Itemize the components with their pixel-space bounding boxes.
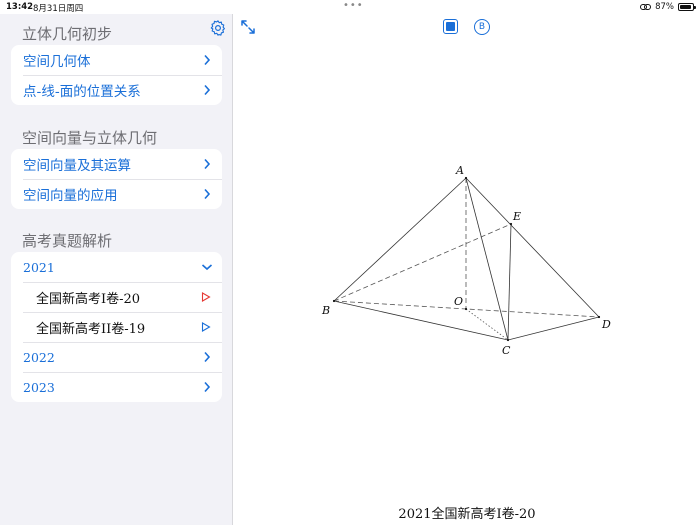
link-icon [640,4,652,10]
sidebar-item-label: 点-线-面的位置关系 [23,84,141,100]
edge-AB [333,177,467,302]
label-C: C [502,344,511,357]
chevron-right-icon [204,158,211,170]
sidebar-item-positions[interactable]: 点-线-面的位置关系 [11,75,222,105]
status-bar: 13:42 8月31日周四 ••• 87% [0,0,700,14]
sidebar-item-label: 空间向量的应用 [23,188,118,204]
point-B [332,299,336,303]
status-date: 8月31日周四 [33,4,84,14]
settings-gear-icon[interactable] [209,19,227,37]
figure-caption: 2021全国新高考I卷-20 [398,507,536,522]
year-row-2021[interactable]: 2021 [11,252,222,282]
sidebar-item-label: 空间向量及其运算 [23,158,131,174]
sidebar-item-vector-operations[interactable]: 空间向量及其运算 [11,149,222,179]
edge-CD [507,316,600,341]
multitasking-dots-icon[interactable]: ••• [343,0,364,11]
point-E [509,222,513,226]
year-row-2022[interactable]: 2022 [11,342,222,372]
sidebar-item-solids[interactable]: 空间几何体 [11,45,222,75]
status-time: 13:42 [6,2,34,12]
edge-AD [465,177,600,318]
edge-BE [333,223,512,302]
chevron-right-icon [204,54,211,66]
year-label: 2022 [23,349,55,365]
section-title-solid-geometry: 立体几何初步 [22,25,113,43]
problem-label: 全国新高考I卷-20 [36,291,141,307]
point-A [464,176,468,180]
label-O: O [454,295,463,308]
point-C [506,338,510,342]
geometry-figure: A B C D E O [321,164,611,357]
problem-label: 全国新高考II卷-19 [36,321,146,337]
label-A: A [455,164,464,177]
edge-EC [507,223,512,341]
chevron-right-icon [204,84,211,96]
chevron-right-icon [204,351,211,363]
status-right: 87% [640,2,696,12]
sidebar: 立体几何初步 空间几何体 点-线-面的位置关系 空间向量与立体几何 空间向量及其… [0,14,233,525]
section-title-exam-analysis: 高考真题解析 [22,232,113,250]
card-exam-analysis: 2021 全国新高考I卷-20 全国新高考II卷-19 2022 2023 [11,252,222,402]
card-solid-geometry: 空间几何体 点-线-面的位置关系 [11,45,222,105]
point-D [597,315,601,319]
section-title-space-vectors: 空间向量与立体几何 [22,129,158,147]
battery-icon [678,3,696,11]
card-space-vectors: 空间向量及其运算 空间向量的应用 [11,149,222,209]
label-E: E [512,210,521,223]
year-label: 2023 [23,379,55,395]
edge-BC [333,300,509,341]
sidebar-item-label: 空间几何体 [23,54,91,70]
label-D: D [601,318,611,331]
chevron-down-icon [201,264,213,271]
main-canvas: B A B C D E O 2021全国新高考I卷-20 [234,14,700,525]
year-row-2023[interactable]: 2023 [11,372,222,402]
play-triangle-icon [201,322,211,332]
problem-row-2021-i-20[interactable]: 全国新高考I卷-20 [11,282,222,312]
battery-percent: 87% [655,2,674,12]
edge-AC [465,177,509,341]
point-O [464,307,468,311]
problem-row-2021-ii-19[interactable]: 全国新高考II卷-19 [11,312,222,342]
sidebar-item-vector-applications[interactable]: 空间向量的应用 [11,179,222,209]
year-label: 2021 [23,259,55,275]
chevron-right-icon [204,381,211,393]
play-triangle-icon-active [201,292,211,302]
chevron-right-icon [204,188,211,200]
label-B: B [321,304,330,317]
